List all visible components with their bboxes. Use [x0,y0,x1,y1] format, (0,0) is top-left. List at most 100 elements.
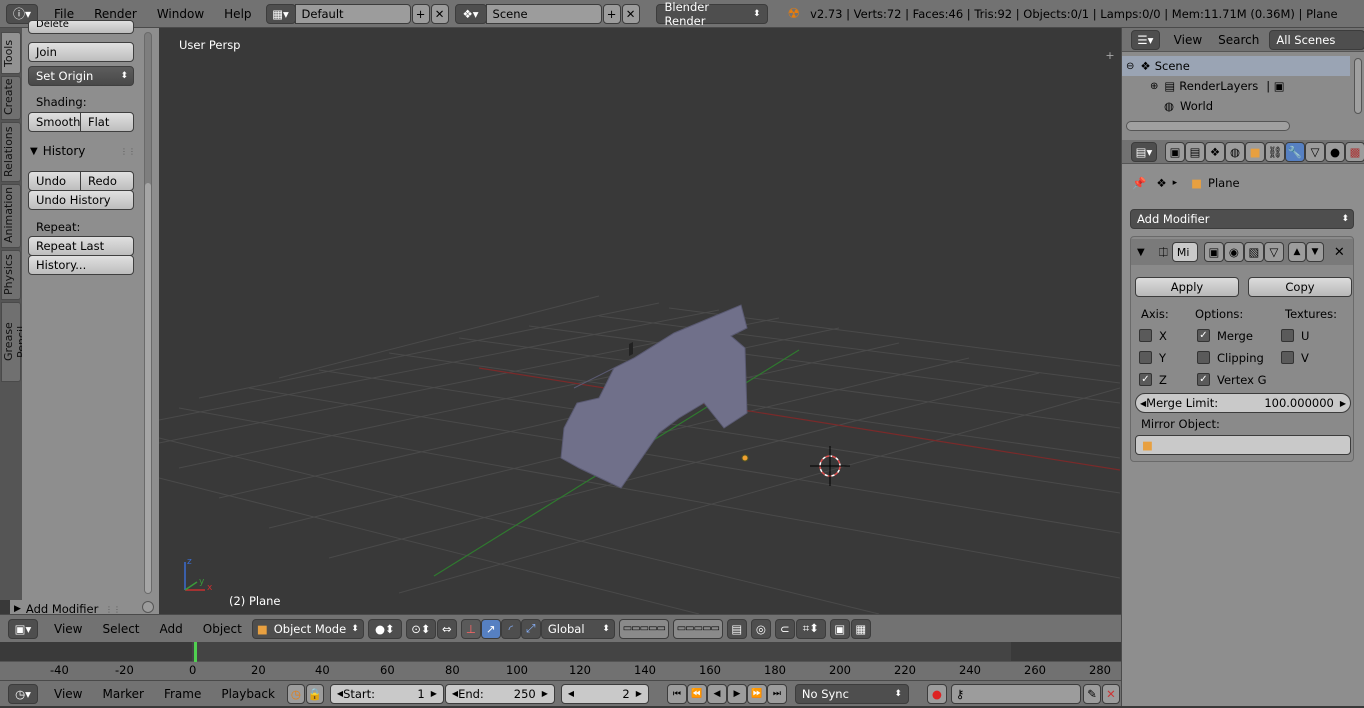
layout-name-field[interactable]: Default [294,3,411,24]
tab-animation[interactable]: Animation [1,184,21,248]
delete-keyframe-button[interactable]: ✕ [1101,683,1120,704]
opengl-animation-button[interactable]: ▦ [850,618,871,639]
drag-handle-icon[interactable]: ⋮⋮ [105,605,121,614]
scene-name-field[interactable]: Scene [485,3,602,24]
restrict-render-icon[interactable]: | ▣ [1266,79,1284,93]
snap-element-dropdown[interactable]: ⌗⬍ [795,618,826,639]
outliner-menu-search[interactable]: Search [1210,28,1267,52]
increment-arrow-icon[interactable]: ▶ [431,689,437,698]
outliner-vscrollbar[interactable] [1354,58,1362,114]
undo-button[interactable]: Undo [28,171,81,191]
increment-arrow-icon[interactable]: ▶ [1340,399,1346,408]
axis-z-checkbox[interactable]: ✓ [1139,373,1152,386]
3d-viewport[interactable]: z y x User Persp (2) Plane + [159,28,1120,614]
tab-grease-pencil[interactable]: Grease Pencil [1,302,28,382]
modifier-viewport-toggle[interactable]: ◉ [1223,242,1244,262]
history-button[interactable]: History... [28,255,134,275]
current-frame-field[interactable]: ◀ 2 ▶ [560,683,649,704]
add-modifier-dropdown[interactable]: Add Modifier ⬍ [1130,209,1354,229]
opengl-render-button[interactable]: ▣ [829,618,850,639]
insert-keyframe-button[interactable]: ✎ [1082,683,1101,704]
3d-cursor-icon[interactable] [810,446,850,486]
timeline-editor[interactable]: -40 -20 0 20 40 60 80 100 120 140 160 18… [0,642,1121,680]
rotate-manipulator-button[interactable]: ◜ [500,618,521,639]
repeat-last-button[interactable]: Repeat Last [28,236,134,256]
outliner-editor-type-button[interactable]: ☰▾ [1131,29,1160,50]
shelf-scrollbar[interactable] [144,32,152,594]
join-button[interactable]: Join [28,42,134,62]
axis-y-checkbox[interactable] [1139,351,1152,364]
start-frame-field[interactable]: ◀ Start: 1 ▶ [329,683,444,704]
mode-dropdown[interactable]: ■ Object Mode ⬍ [251,618,364,639]
decrement-arrow-icon[interactable]: ◀ [568,689,574,698]
increment-arrow-icon[interactable]: ▶ [542,689,548,698]
clipping-checkbox[interactable] [1197,351,1210,364]
drag-handle-icon[interactable]: ⋮⋮ [120,147,136,156]
preview-range-button[interactable]: ◷ [286,683,305,704]
tab-physics[interactable]: Physics [1,250,21,300]
scene-tab[interactable]: ❖ [1205,141,1225,162]
modifier-name-field[interactable]: Mi [1171,242,1198,262]
proportional-edit-button[interactable]: ◎ [750,618,771,639]
display-mode-dropdown[interactable]: All Scenes [1269,29,1364,50]
history-panel-header[interactable]: ▼ History ⋮⋮ [30,142,136,160]
record-button[interactable]: ● [926,683,947,704]
collapse-arrow-icon[interactable]: ▼ [1137,247,1145,258]
panel-toggle-icon[interactable] [142,601,154,613]
remove-scene-button[interactable]: ✕ [621,3,640,24]
manipulator-toggle-button[interactable]: ⊥ [460,618,481,639]
object-tab[interactable]: ■ [1245,141,1265,162]
tab-create[interactable]: Create [1,76,21,120]
snap-toggle-button[interactable]: ⊂ [774,618,795,639]
current-frame-indicator[interactable] [194,642,197,662]
next-keyframe-button[interactable]: ⏩ [746,683,767,704]
mirror-u-checkbox[interactable] [1281,329,1294,342]
collapse-icon[interactable]: ⊖ [1126,61,1134,72]
flat-button[interactable]: Flat [80,112,134,132]
increment-arrow-icon[interactable]: ▶ [636,689,642,698]
delete-button[interactable]: Delete [28,20,134,34]
pivot-point-dropdown[interactable]: ⊙⬍ [405,618,436,639]
timeline-editor-type-button[interactable]: ◷▾ [8,683,38,704]
translate-manipulator-button[interactable]: ↗ [480,618,501,639]
outliner-row-world[interactable]: ◍ World [1122,96,1350,116]
close-icon[interactable]: ✕ [1334,245,1345,260]
menu-add[interactable]: Add [150,615,193,643]
modifier-render-toggle[interactable]: ▣ [1203,242,1224,262]
menu-view[interactable]: View [44,680,92,708]
jump-end-button[interactable]: ⏭ [766,683,787,704]
sync-mode-dropdown[interactable]: No Sync ⬍ [794,683,909,704]
vertex-groups-checkbox[interactable]: ✓ [1197,373,1210,386]
layout-selector-button[interactable]: ▦▾ [265,3,296,24]
merge-checkbox[interactable]: ✓ [1197,329,1210,342]
outliner-hscrollbar[interactable] [1126,121,1290,131]
texture-tab[interactable]: ▩ [1345,141,1364,162]
play-button[interactable]: ▶ [726,683,747,704]
undo-history-button[interactable]: Undo History [28,190,134,210]
play-reverse-button[interactable]: ◀ [706,683,727,704]
move-up-button[interactable]: ▲ [1287,242,1306,262]
move-down-button[interactable]: ▼ [1305,242,1324,262]
data-tab[interactable]: ▽ [1305,141,1325,162]
add-layout-button[interactable]: + [411,3,430,24]
mirror-object-field[interactable]: ■ [1135,435,1351,455]
apply-button[interactable]: Apply [1135,277,1239,297]
manipulate-center-button[interactable]: ⇔ [436,618,457,639]
outliner-menu-view[interactable]: View [1166,28,1210,52]
editor-type-button[interactable]: ▣▾ [8,618,38,639]
merge-limit-field[interactable]: ◀ Merge Limit: 100.000000 ▶ [1135,393,1351,413]
smooth-button[interactable]: Smooth [28,112,81,132]
copy-button[interactable]: Copy [1248,277,1352,297]
render-engine-dropdown[interactable]: Blender Render ⬍ [655,0,768,28]
remove-layout-button[interactable]: ✕ [430,3,449,24]
menu-view[interactable]: View [44,615,92,643]
menu-help[interactable]: Help [214,0,261,28]
tab-relations[interactable]: Relations [1,122,21,182]
add-scene-button[interactable]: + [602,3,621,24]
modifiers-tab[interactable]: 🔧 [1285,141,1305,162]
render-tab[interactable]: ▣ [1165,141,1185,162]
menu-window[interactable]: Window [147,0,214,28]
constraints-tab[interactable]: ⛓ [1265,141,1285,162]
lock-range-button[interactable]: 🔒 [305,683,324,704]
end-frame-field[interactable]: ◀ End: 250 ▶ [444,683,555,704]
